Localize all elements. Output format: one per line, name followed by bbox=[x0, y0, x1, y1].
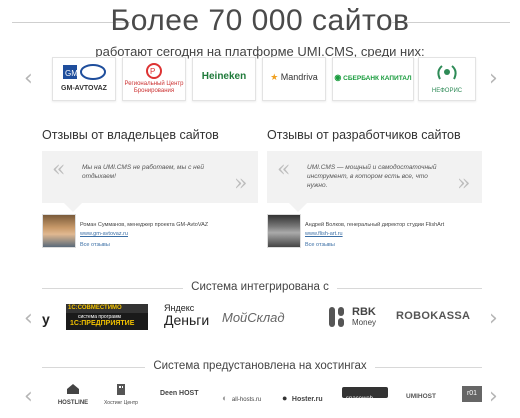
hosting-allhosts[interactable]: ◐ all-hosts.ru bbox=[222, 388, 261, 406]
house-icon bbox=[67, 384, 79, 394]
sberbank-capital-logo: ◉ СБЕРБАНК КАПИТАЛ bbox=[334, 73, 412, 82]
integrations-title: Система интегрирована с bbox=[0, 281, 520, 293]
hosting-label: spaceweb bbox=[346, 396, 374, 402]
integration-moysklad-logo[interactable]: МойСклад bbox=[222, 310, 285, 325]
building-icon bbox=[117, 384, 125, 395]
owners-quote-text: Мы на UMI.CMS не работаем, мы с ней отды… bbox=[82, 164, 204, 180]
hosting-next-arrow[interactable]: › bbox=[489, 386, 498, 408]
hero-title: Более 70 000 сайтов bbox=[110, 4, 410, 37]
hosting-label: HOSTLINE bbox=[57, 400, 89, 406]
svg-text:GM: GM bbox=[65, 69, 78, 78]
developer-avatar bbox=[267, 214, 301, 248]
open-quote-icon: « bbox=[277, 157, 291, 182]
hosting-hosting-center[interactable]: Хостинг Центр bbox=[104, 382, 138, 406]
developer-all-reviews-link[interactable]: Все отзывы bbox=[305, 242, 335, 248]
hosting-deenhost[interactable]: Deen HOST bbox=[160, 390, 199, 397]
integration-robokassa-logo[interactable]: ROBOKASSA bbox=[396, 310, 470, 322]
owner-author: Роман Сумманов, менеджер проекта GM-Avto… bbox=[80, 222, 209, 228]
hoster-icon: ● bbox=[282, 393, 288, 403]
integrations-prev-arrow[interactable]: ‹ bbox=[24, 308, 33, 330]
svg-text:Р: Р bbox=[150, 67, 155, 76]
1c-bottom-label: 1С:ПРЕДПРИЯТИЕ bbox=[70, 320, 135, 327]
client-logo-sberbank[interactable]: ◉ СБЕРБАНК КАПИТАЛ bbox=[332, 57, 414, 101]
developers-quote-text: UMI.CMS — мощный и самодостаточный инстр… bbox=[307, 164, 437, 189]
integration-partial-logo[interactable]: у bbox=[42, 311, 50, 327]
owner-avatar bbox=[42, 214, 76, 248]
heineken-logo: Heineken bbox=[201, 71, 247, 82]
client-logo-gm-avtovaz[interactable]: GM GM-AVTOVAZ bbox=[52, 57, 116, 101]
money-label: Деньги bbox=[164, 312, 210, 328]
developers-quote-box: « UMI.CMS — мощный и самодостаточный инс… bbox=[267, 151, 482, 212]
client-logo-heineken[interactable]: Heineken bbox=[192, 57, 256, 101]
integration-rbk-money-logo[interactable]: RBK Money bbox=[328, 304, 388, 330]
rcb-logo-icon: Р bbox=[146, 63, 162, 79]
client-name: НЕФОРИС bbox=[431, 88, 463, 94]
hosting-label: Хостинг Центр bbox=[104, 400, 138, 406]
1c-top-label: 1С:СОВМЕСТИМО bbox=[68, 305, 122, 311]
wreath-logo-icon bbox=[437, 65, 457, 80]
close-quote-icon: » bbox=[234, 171, 248, 196]
owners-quote-box: « Мы на UMI.CMS не работаем, мы с ней от… bbox=[42, 151, 258, 212]
owner-site-link[interactable]: www.gm-avtovaz.ru bbox=[80, 231, 128, 237]
close-quote-icon: » bbox=[457, 171, 471, 196]
client-name: Региональный Центр Бронирования bbox=[124, 81, 184, 94]
hosting-title: Система предустановлена на хостингах bbox=[0, 360, 520, 372]
client-logo-rcb[interactable]: Р Региональный Центр Бронирования bbox=[122, 57, 186, 101]
integrations-next-arrow[interactable]: › bbox=[489, 308, 498, 330]
owner-all-reviews-link[interactable]: Все отзывы bbox=[80, 242, 110, 248]
clients-prev-arrow[interactable]: ‹ bbox=[24, 68, 33, 90]
hosting-hostline[interactable]: HOSTLINE bbox=[56, 382, 90, 406]
hosting-label: Hoster.ru bbox=[291, 396, 323, 403]
client-name: GM-AVTOVAZ bbox=[61, 85, 107, 92]
hosting-hoster[interactable]: ● Hoster.ru bbox=[282, 388, 323, 406]
money-label: Money bbox=[352, 318, 377, 327]
client-logo-mandriva[interactable]: ★ Mandriva bbox=[262, 57, 326, 101]
developer-site-link[interactable]: www.flish-art.ru bbox=[305, 231, 343, 237]
hosting-r01[interactable]: r01 bbox=[462, 386, 482, 402]
mandriva-logo: ★ Mandriva bbox=[270, 72, 318, 82]
hosting-prev-arrow[interactable]: ‹ bbox=[24, 386, 33, 408]
hosting-label: all-hosts.ru bbox=[231, 397, 262, 403]
client-logo-neforis[interactable]: НЕФОРИС bbox=[418, 57, 476, 101]
open-quote-icon: « bbox=[52, 157, 66, 182]
owners-reviews-title: Отзывы от владельцев сайтов bbox=[42, 128, 219, 142]
hosting-label: UMIHOST bbox=[406, 393, 436, 400]
clients-next-arrow[interactable]: › bbox=[489, 68, 498, 90]
allhosts-icon: ◐ bbox=[222, 393, 228, 403]
rbk-icon bbox=[329, 307, 344, 327]
integration-1c-logo[interactable]: 1С:СОВМЕСТИМО система программ 1С:ПРЕДПР… bbox=[66, 304, 148, 330]
developers-reviews-title: Отзывы от разработчиков сайтов bbox=[267, 128, 461, 142]
hosting-spaceweb[interactable]: spaceweb bbox=[342, 387, 388, 402]
gm-avtovaz-logo-icon: GM bbox=[63, 64, 106, 80]
hosting-umihost[interactable]: UMIHOST bbox=[406, 385, 446, 403]
integration-yandex-money-logo[interactable]: Яндекс Деньги bbox=[164, 303, 214, 327]
rbk-label: RBK bbox=[352, 306, 376, 318]
developer-author: Андрей Волков, генеральный директор студ… bbox=[305, 222, 445, 228]
